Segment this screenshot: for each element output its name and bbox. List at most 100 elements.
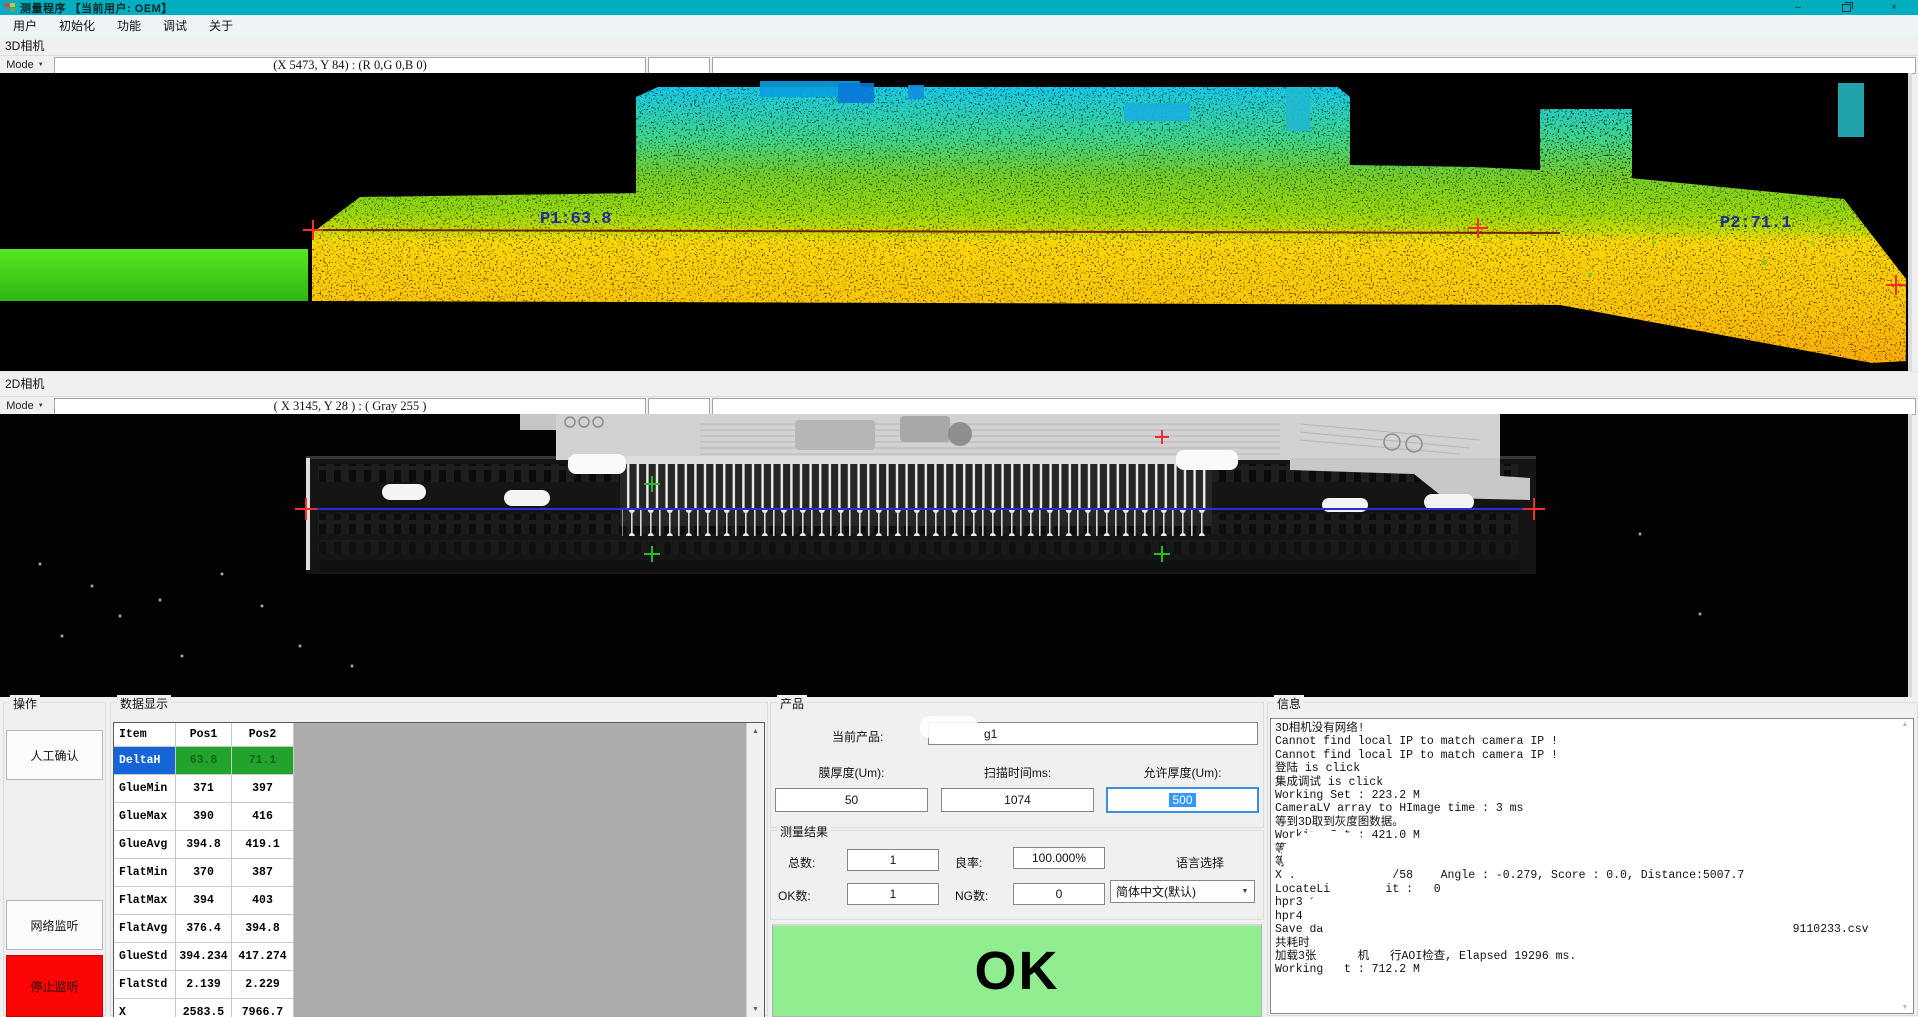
cell-pos1: 370 [176, 859, 232, 887]
camera2d-status-panel-2 [648, 398, 710, 415]
menu-bar: 用户 初始化 功能 调试 关于 [0, 15, 1918, 38]
film-thickness-input[interactable]: 50 [775, 788, 928, 812]
camera3d-mode-bar: Mode ▼ (X 5473, Y 84) : (R 0,G 0,B 0) [0, 55, 1918, 74]
menu-item[interactable]: 关于 [198, 15, 244, 37]
manual-confirm-button[interactable]: 人工确认 [6, 730, 103, 780]
close-icon[interactable]: × [1870, 0, 1918, 15]
cell-item: X [114, 999, 176, 1017]
mode-label: Mode [6, 400, 34, 412]
ok-count-value: 1 [890, 887, 897, 901]
total-count-input[interactable]: 1 [847, 849, 939, 871]
table-row[interactable]: FlatStd 2.139 2.229 [114, 971, 294, 999]
measurement-line-2d [306, 508, 1536, 510]
language-select-label: 语言选择 [1140, 854, 1260, 871]
scroll-down-icon[interactable]: ▼ [747, 1001, 764, 1017]
minimize-icon[interactable]: – [1774, 0, 1822, 15]
restore-icon[interactable] [1822, 0, 1870, 15]
heightmap-image: P1:63.8 P2:71.1 [0, 73, 1908, 371]
camera2d-mode-dropdown[interactable]: Mode ▼ [0, 398, 50, 415]
allowed-thickness-input[interactable]: 500 [1106, 787, 1259, 813]
redaction-blob [1282, 831, 1374, 881]
camera3d-view[interactable]: P1:63.8 P2:71.1 [0, 73, 1912, 371]
table-row[interactable]: GlueAvg 394.8 419.1 [114, 831, 294, 859]
info-group-label: 信息 [1274, 695, 1304, 712]
total-count-label: 总数: [788, 854, 815, 871]
column-header-pos1: Pos1 [176, 723, 232, 747]
scroll-up-icon[interactable]: ▲ [1898, 721, 1912, 728]
ng-count-input[interactable]: 0 [1013, 883, 1105, 905]
log-line: Working Set : 421.0 M [1275, 829, 1895, 842]
log-line: CameraLV array to HImage time : 3 ms [1275, 802, 1895, 815]
chevron-down-icon: ▼ [1236, 888, 1254, 895]
scan-time-input[interactable]: 1074 [941, 788, 1094, 812]
allowed-thickness-label: 允许厚度(Um): [1106, 764, 1259, 781]
table-header-row: Item Pos1 Pos2 [114, 723, 294, 747]
chevron-down-icon: ▼ [38, 62, 44, 68]
camera2d-view[interactable] [0, 414, 1912, 697]
language-select-dropdown[interactable]: 简体中文(默认) ▼ [1110, 880, 1255, 903]
window-controls: – × [1774, 0, 1918, 15]
network-listen-button[interactable]: 网络监听 [6, 900, 103, 950]
cell-item: FlatStd [114, 971, 176, 999]
grayscale-image [0, 414, 1908, 697]
ok-count-input[interactable]: 1 [847, 883, 939, 905]
cell-pos2: 71.1 [232, 747, 294, 775]
ng-count-label: NG数: [955, 887, 988, 904]
chevron-down-icon: ▼ [38, 403, 44, 409]
table-row[interactable]: FlatMax 394 403 [114, 887, 294, 915]
window-title: 测量程序 【当前用户: OEM】 [20, 0, 173, 16]
log-line: 共耗时 [1275, 937, 1895, 950]
camera2d-status-panel-3 [712, 398, 1916, 415]
cell-pos2: 7966.7 [232, 999, 294, 1017]
cell-pos1: 2583.5 [176, 999, 232, 1017]
cell-item: FlatMin [114, 859, 176, 887]
table-row[interactable]: GlueMax 390 416 [114, 803, 294, 831]
menu-item[interactable]: 功能 [106, 15, 152, 37]
title-bar: 测量程序 【当前用户: OEM】 – × [0, 0, 1918, 15]
table-row[interactable]: FlatMin 370 387 [114, 859, 294, 887]
cell-pos2: 416 [232, 803, 294, 831]
yield-input[interactable]: 100.000% [1013, 847, 1105, 869]
scroll-down-icon[interactable]: ▼ [1898, 1004, 1912, 1011]
camera3d-status-panel-3 [712, 57, 1916, 74]
scan-time-label: 扫描时间ms: [941, 764, 1094, 781]
ok-count-label: OK数: [778, 887, 811, 904]
table-row[interactable]: GlueMin 371 397 [114, 775, 294, 803]
cell-pos1: 371 [176, 775, 232, 803]
camera2d-section-label: 2D相机 [0, 371, 1918, 397]
scroll-up-icon[interactable]: ▲ [747, 723, 764, 740]
cell-pos1: 394 [176, 887, 232, 915]
result-status-text: OK [975, 940, 1060, 1002]
cell-pos2: 387 [232, 859, 294, 887]
table-row[interactable]: X 2583.5 7966.7 [114, 999, 294, 1017]
log-line: 集成调试 is click [1275, 776, 1895, 789]
cell-pos2: 394.8 [232, 915, 294, 943]
log-line: X : 3744 /58 Angle : -0.279, Score : 0.0… [1275, 869, 1895, 882]
scan-time-value: 1074 [1004, 793, 1031, 807]
product-group-label: 产品 [777, 695, 807, 712]
table-body: DeltaH 63.8 71.1 GlueMin 371 397 GlueMax… [114, 747, 294, 1017]
log-line: Working Set : 223.2 M [1275, 789, 1895, 802]
table-row[interactable]: FlatAvg 376.4 394.8 [114, 915, 294, 943]
stop-listen-button[interactable]: 停止监听 [6, 955, 103, 1017]
yield-label: 良率: [955, 854, 982, 871]
camera3d-status-panel-2 [648, 57, 710, 74]
camera3d-mode-dropdown[interactable]: Mode ▼ [0, 57, 50, 74]
log-line: Cannot find local IP to match camera IP … [1275, 749, 1895, 762]
film-thickness-value: 50 [845, 793, 858, 807]
cell-pos1: 376.4 [176, 915, 232, 943]
p1-annotation: P1:63.8 [540, 210, 611, 229]
total-count-value: 1 [890, 853, 897, 867]
redaction-blob [1308, 893, 1618, 927]
results-group-label: 测量结果 [777, 823, 831, 840]
menu-item[interactable]: 初始化 [48, 15, 106, 37]
film-thickness-label: 膜厚度(Um): [775, 764, 928, 781]
log-line: 等到3D取到灰度图数据。 [1275, 816, 1895, 829]
table-row[interactable]: DeltaH 63.8 71.1 [114, 747, 294, 775]
app-icon [4, 2, 15, 13]
menu-item[interactable]: 用户 [2, 15, 48, 37]
menu-item[interactable]: 调试 [152, 15, 198, 37]
cell-item: FlatMax [114, 887, 176, 915]
table-scrollbar[interactable]: ▲ ▼ [746, 723, 764, 1017]
table-row[interactable]: GlueStd 394.234 417.274 [114, 943, 294, 971]
